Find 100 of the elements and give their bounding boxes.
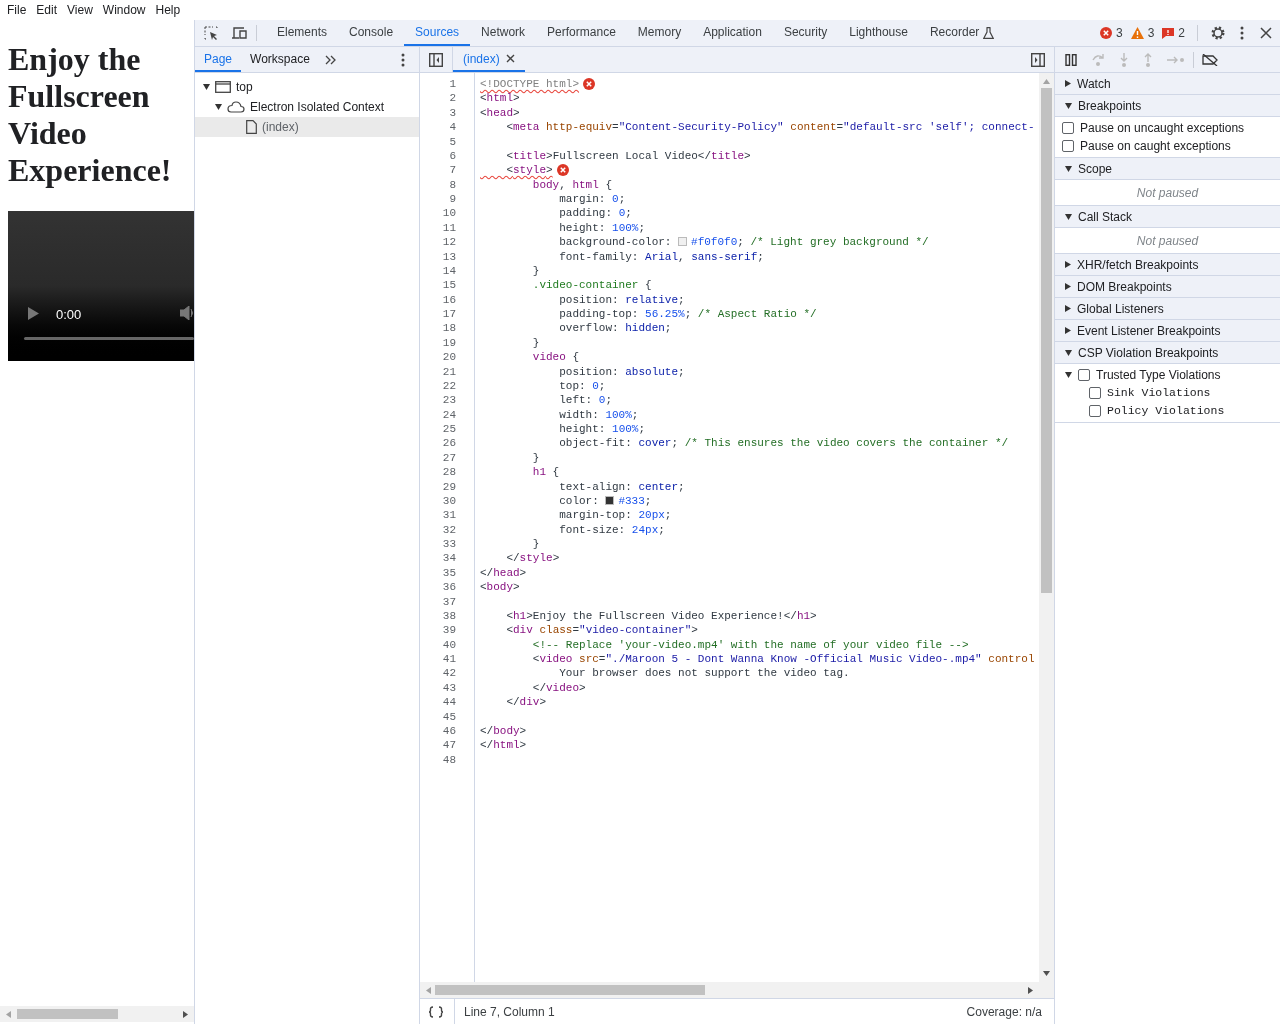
checkbox-label[interactable]: Sink Violations (1107, 384, 1211, 402)
expanded-arrow-icon[interactable] (1065, 102, 1072, 109)
expanded-arrow-icon[interactable] (215, 104, 222, 110)
section-header[interactable]: Scope (1055, 158, 1280, 180)
video-time: 0:00 (56, 306, 82, 324)
section-header[interactable]: Call Stack (1055, 206, 1280, 228)
menu-item[interactable]: File (2, 1, 32, 19)
line-number: 11 (441, 220, 456, 236)
code-line: color: #333; (558, 493, 652, 509)
panel-tab[interactable]: Console (338, 20, 405, 46)
menu-item[interactable]: Window (97, 1, 151, 19)
checkbox[interactable] (1089, 387, 1101, 399)
panel-tab[interactable]: Elements (266, 20, 339, 46)
collapsed-arrow-icon[interactable] (1065, 80, 1071, 87)
checkbox[interactable] (1078, 369, 1090, 381)
section-header[interactable]: DOM Breakpoints (1055, 276, 1280, 298)
close-icon[interactable] (1260, 27, 1272, 39)
code-line: .video-container { (531, 278, 652, 293)
tree-item[interactable]: top (195, 77, 419, 97)
collapsed-arrow-icon[interactable] (1065, 327, 1071, 334)
collapsed-arrow-icon[interactable] (1065, 305, 1071, 312)
checkbox-label[interactable]: Pause on uncaught exceptions (1080, 119, 1245, 137)
cursor-position: Line 7, Column 1 (464, 1003, 555, 1021)
line-number: 10 (441, 206, 456, 221)
collapsed-arrow-icon[interactable] (1065, 283, 1071, 290)
panel-tab[interactable]: Recorder (918, 20, 991, 46)
panel-tab[interactable]: Performance (536, 20, 627, 46)
collapsed-arrow-icon[interactable] (1065, 261, 1071, 268)
section-header[interactable]: XHR/fetch Breakpoints (1055, 254, 1280, 276)
line-number: 26 (441, 436, 456, 451)
menu-item[interactable]: Edit (31, 1, 63, 19)
code-line: <video src="./Maroon 5 - Dont Wanna Know -Official Music Video-.mp4" control (531, 652, 1035, 667)
panel-tab[interactable]: Memory (626, 20, 693, 46)
checkbox-label[interactable]: Trusted Type Violations (1096, 366, 1221, 384)
warning-count[interactable]: 3 (1147, 24, 1155, 42)
section-header[interactable]: Breakpoints (1055, 95, 1280, 117)
tree-item[interactable]: (index) (195, 117, 419, 137)
device-toolbar-icon[interactable] (231, 26, 248, 40)
toggle-debugger-icon[interactable] (1031, 52, 1045, 67)
code-line: <body> (480, 580, 520, 595)
editor-tab[interactable]: (index) (453, 47, 525, 72)
expanded-arrow-icon[interactable] (1065, 372, 1072, 378)
error-count[interactable]: 3 (1115, 24, 1123, 42)
error-icon[interactable] (583, 78, 596, 91)
expanded-arrow-icon[interactable] (203, 84, 210, 90)
panel-tab[interactable]: Application (692, 20, 773, 46)
line-number: 19 (441, 335, 456, 351)
scrollbar-thumb[interactable] (17, 1009, 118, 1019)
more-options-icon[interactable] (1240, 26, 1244, 40)
line-number: 25 (441, 422, 456, 437)
vertical-scrollbar[interactable] (1039, 73, 1054, 998)
panel-tab[interactable]: Security (772, 20, 839, 46)
expanded-arrow-icon[interactable] (1065, 165, 1072, 172)
expanded-arrow-icon[interactable] (1065, 349, 1072, 356)
play-icon[interactable] (28, 307, 39, 320)
more-tabs-icon[interactable] (324, 54, 337, 65)
code-line: <title>Fullscreen Local Video</title> (505, 148, 751, 164)
checkbox-label[interactable]: Policy Violations (1107, 402, 1225, 420)
checkbox[interactable] (1062, 122, 1074, 134)
checkbox[interactable] (1062, 140, 1074, 152)
toggle-navigator-icon[interactable] (429, 52, 443, 67)
pretty-print-icon[interactable] (428, 1005, 444, 1018)
more-options-icon[interactable] (401, 52, 405, 67)
scroll-right-icon[interactable] (183, 1010, 188, 1018)
volume-icon[interactable] (180, 306, 194, 320)
checkbox[interactable] (1089, 405, 1101, 417)
scroll-down-icon[interactable] (1043, 971, 1050, 976)
code-line: left: 0; (558, 393, 613, 408)
deactivate-breakpoints-icon[interactable] (1202, 53, 1218, 66)
issue-count[interactable]: 2 (1178, 24, 1185, 42)
inspect-element-icon[interactable] (204, 25, 219, 41)
section-header[interactable]: Watch (1055, 73, 1280, 95)
scroll-right-icon[interactable] (1028, 986, 1033, 994)
panel-tab[interactable]: Lighthouse (838, 20, 919, 46)
horizontal-scrollbar[interactable] (0, 1006, 194, 1022)
scrollbar-thumb[interactable] (435, 985, 705, 995)
settings-icon[interactable] (1210, 25, 1226, 41)
expanded-arrow-icon[interactable] (1065, 213, 1072, 220)
line-number: 8 (448, 177, 456, 192)
section-header[interactable]: Global Listeners (1055, 298, 1280, 320)
navigator-tab[interactable]: Workspace (241, 47, 319, 72)
line-number: 39 (441, 623, 456, 638)
line-number: 46 (441, 723, 456, 739)
line-number: 33 (441, 537, 456, 552)
tree-item[interactable]: Electron Isolated Context (195, 97, 419, 117)
panel-tab[interactable]: Network (470, 20, 537, 46)
section-header[interactable]: Event Listener Breakpoints (1055, 320, 1280, 342)
code-line: <div class="video-container"> (505, 623, 698, 638)
code-line: position: absolute; (558, 364, 685, 379)
close-icon[interactable] (505, 54, 515, 63)
section-header[interactable]: CSP Violation Breakpoints (1055, 342, 1280, 364)
checkbox-label[interactable]: Pause on caught exceptions (1080, 137, 1231, 155)
line-number: 31 (441, 508, 456, 523)
menu-item[interactable]: View (62, 1, 98, 19)
horizontal-scrollbar[interactable] (420, 982, 1039, 998)
pause-icon[interactable] (1065, 53, 1077, 66)
error-icon[interactable] (556, 164, 569, 177)
navigator-tab[interactable]: Page (195, 47, 242, 72)
scrollbar-thumb[interactable] (1041, 88, 1052, 593)
menu-item[interactable]: Help (150, 1, 186, 19)
